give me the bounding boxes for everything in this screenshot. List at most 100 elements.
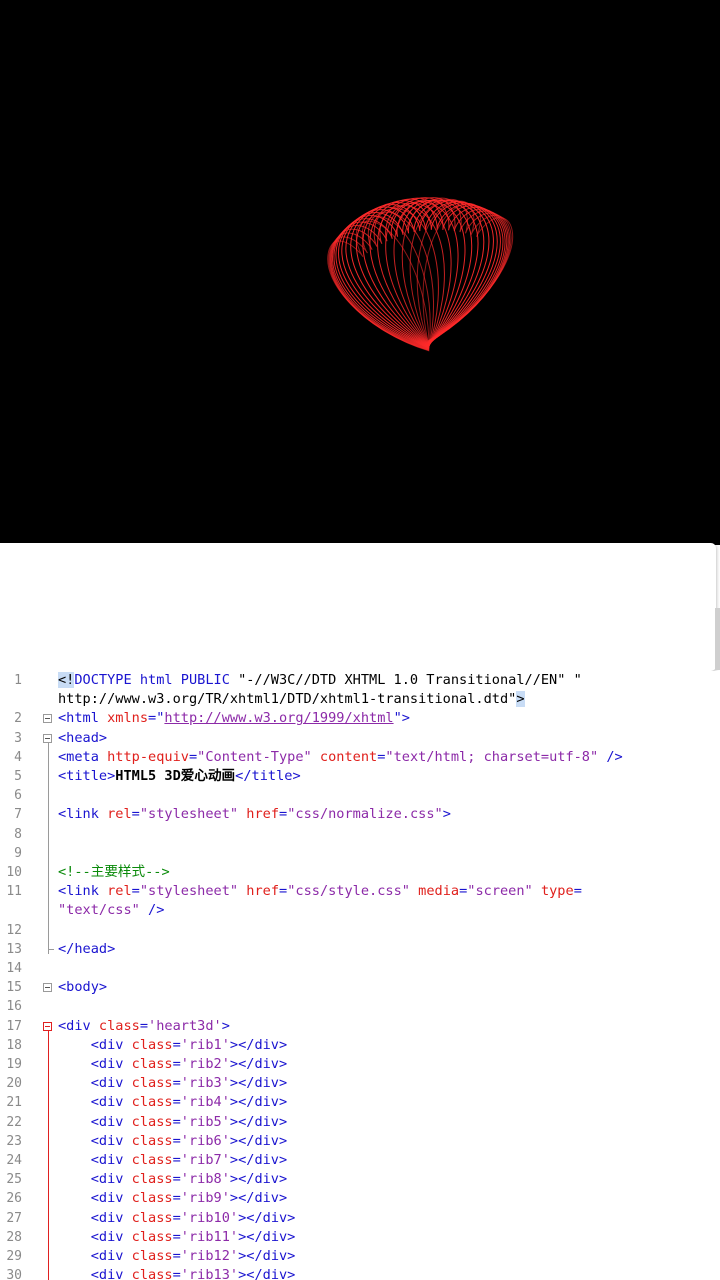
line-number: 3 [14, 730, 22, 746]
code-line[interactable]: 28 <div class='rib11'></div> [0, 1228, 720, 1247]
code-token: <div [58, 1132, 132, 1149]
code-line[interactable]: 5 <title>HTML5 3D爱心动画</title> [0, 767, 720, 786]
code-line[interactable]: 22 <div class='rib5'></div> [0, 1113, 720, 1132]
code-text: <html xmlns="http://www.w3.org/1999/xhtm… [58, 709, 410, 728]
code-token: 'rib7' [180, 1152, 230, 1168]
code-token: <meta [58, 748, 108, 765]
code-line[interactable]: 20 <div class='rib3'></div> [0, 1074, 720, 1093]
code-line[interactable]: 8 [0, 825, 720, 844]
code-token: class [131, 1171, 173, 1188]
code-token: rel [107, 806, 132, 823]
code-token: <div [58, 1190, 132, 1207]
code-line[interactable]: "text/css" /> [0, 901, 720, 920]
code-line[interactable]: 17 <div class='heart3d'> [0, 1017, 720, 1036]
fold-toggle-icon[interactable] [43, 733, 52, 743]
code-token: = [188, 748, 198, 765]
code-text: <link rel="stylesheet" href="css/normali… [58, 805, 451, 824]
code-line[interactable]: 14 [0, 959, 720, 978]
code-text: <div class='rib4'></div> [58, 1093, 287, 1112]
code-token: 'rib5' [180, 1113, 230, 1130]
code-token: ></div> [238, 1248, 296, 1264]
code-line[interactable]: 7 <link rel="stylesheet" href="css/normal… [0, 805, 720, 824]
fold-toggle-icon[interactable] [43, 714, 52, 724]
heart-preview-canvas [0, 0, 720, 545]
code-line[interactable]: 1 <!DOCTYPE html PUBLIC "-//W3C//DTD XHTM… [0, 671, 720, 690]
code-token: ></div> [238, 1209, 296, 1226]
code-token: <body> [58, 979, 108, 996]
fold-end-marker [48, 948, 54, 950]
code-token: class [131, 1036, 173, 1053]
code-line[interactable]: 24 <div class='rib7'></div> [0, 1151, 720, 1170]
code-token: "stylesheet" [139, 806, 239, 823]
code-token: 'rib12' [180, 1248, 239, 1264]
code-token: 'rib6' [180, 1132, 230, 1149]
line-number: 25 [6, 1172, 22, 1188]
code-token: /> [598, 748, 623, 765]
code-token: <head> [58, 729, 108, 746]
code-token: <div [58, 1036, 132, 1053]
line-number: 10 [6, 865, 22, 880]
code-token: <div [58, 1209, 132, 1226]
line-number: 2 [14, 711, 22, 727]
code-line[interactable]: 23 <div class='rib6'></div> [0, 1132, 720, 1151]
line-number: 6 [14, 788, 22, 804]
code-token: 'rib8' [180, 1171, 230, 1188]
code-token: 'rib2' [180, 1056, 230, 1072]
fold-toggle-icon[interactable] [43, 1021, 52, 1031]
code-text: <div class='rib5'></div> [58, 1113, 287, 1132]
code-token: <div [58, 1075, 132, 1092]
code-line[interactable]: 2 <html xmlns="http://www.w3.org/1999/xht… [0, 709, 720, 728]
code-text: <div class='rib9'></div> [58, 1189, 287, 1208]
code-token: = [172, 1248, 181, 1264]
code-text: <div class='rib2'></div> [58, 1055, 287, 1074]
code-line[interactable]: 4 <meta http-equiv="Content-Type" content… [0, 748, 720, 767]
code-token: =" [148, 710, 165, 727]
code-line[interactable]: 13 </head> [0, 940, 720, 959]
code-token: = [172, 1132, 181, 1149]
code-line[interactable]: 12 [0, 921, 720, 940]
line-number: 23 [6, 1133, 22, 1149]
code-token: <div [58, 1017, 99, 1034]
code-line[interactable]: http://www.w3.org/TR/xhtml1/DTD/xhtml1-t… [0, 690, 720, 709]
code-editor[interactable]: 1 <!DOCTYPE html PUBLIC "-//W3C//DTD XHTM… [0, 671, 720, 1280]
code-token: 'rib11' [180, 1228, 239, 1245]
code-token: class [131, 1152, 173, 1168]
code-line[interactable]: 18 <div class='rib1'></div> [0, 1036, 720, 1055]
code-line[interactable]: 21 <div class='rib4'></div> [0, 1093, 720, 1112]
code-line[interactable]: 25 <div class='rib8'></div> [0, 1170, 720, 1189]
code-line[interactable]: 3 <head> [0, 729, 720, 748]
code-token: = [172, 1113, 181, 1130]
code-line[interactable]: 11 <link rel="stylesheet" href="css/style… [0, 882, 720, 901]
code-line[interactable]: 9 [0, 844, 720, 863]
code-line[interactable]: 27 <div class='rib10'></div> [0, 1209, 720, 1228]
code-line[interactable]: 15 <body> [0, 978, 720, 997]
code-text: <div class='rib10'></div> [58, 1209, 296, 1228]
popup-panel[interactable] [0, 543, 716, 671]
code-line[interactable]: 26 <div class='rib9'></div> [0, 1189, 720, 1208]
code-text: <div class='heart3d'> [58, 1017, 230, 1036]
code-line[interactable]: 29 <div class='rib12'></div> [0, 1247, 720, 1266]
code-token: </title> [235, 768, 301, 784]
code-token: <link [58, 806, 108, 823]
code-text: <meta http-equiv="Content-Type" content=… [58, 748, 623, 767]
code-token: "screen" [467, 883, 533, 900]
code-token: class [131, 1228, 173, 1245]
code-line[interactable]: 19 <div class='rib2'></div> [0, 1055, 720, 1074]
code-line[interactable]: 16 [0, 997, 720, 1016]
code-line[interactable]: 6 [0, 786, 720, 805]
code-text: <!DOCTYPE html PUBLIC "-//W3C//DTD XHTML… [58, 671, 582, 690]
line-number: 30 [6, 1268, 22, 1280]
code-token: class [131, 1267, 173, 1280]
code-line[interactable]: 30 <div class='rib13'></div> [0, 1266, 720, 1280]
code-token: <div [58, 1113, 132, 1130]
fold-guide-line [48, 742, 49, 954]
code-token: <!--主要样式--> [58, 864, 170, 880]
code-line[interactable]: 10 <!--主要样式--> [0, 863, 720, 882]
line-number: 13 [6, 941, 22, 957]
code-token: = [131, 883, 140, 900]
line-number: 5 [14, 769, 22, 784]
fold-toggle-icon[interactable] [43, 983, 52, 993]
code-token: 'rib10' [180, 1209, 239, 1226]
